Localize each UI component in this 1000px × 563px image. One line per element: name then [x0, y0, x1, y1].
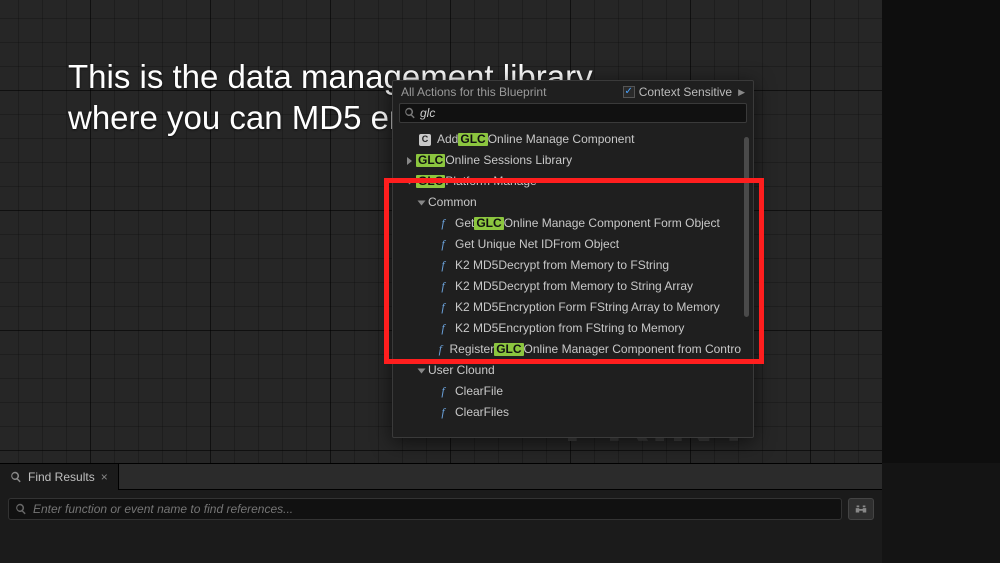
highlight-glc: GLC: [416, 154, 445, 167]
fn-md5-decrypt-to-fstring[interactable]: f K2 MD5Decrypt from Memory to FString: [393, 255, 753, 276]
highlight-glc: GLC: [494, 343, 523, 356]
function-label: K2 MD5Decrypt from Memory to FString: [455, 258, 669, 273]
scrollbar-thumb[interactable]: [744, 137, 749, 317]
bottom-right-panel: [882, 463, 1000, 563]
context-search-field[interactable]: [399, 103, 747, 123]
fn-md5-decrypt-to-string-array[interactable]: f K2 MD5Decrypt from Memory to String Ar…: [393, 276, 753, 297]
find-input[interactable]: [33, 502, 835, 516]
context-sensitive-toggle[interactable]: ✓ Context Sensitive ▶: [623, 85, 745, 99]
highlight-glc: GLC: [458, 133, 487, 146]
highlight-glc: GLC: [474, 217, 503, 230]
context-search-input[interactable]: [420, 106, 742, 120]
label-suffix: Online Manager Component from Contro: [524, 342, 741, 357]
find-results-searchbar: [8, 498, 874, 520]
function-label: ClearFiles: [455, 405, 509, 420]
chevron-right-icon: ▶: [738, 87, 745, 98]
expand-open-icon: [418, 200, 426, 205]
search-icon: [404, 107, 416, 119]
context-menu-body[interactable]: C Add GLCOnline Manage Component GLCOnli…: [393, 127, 753, 437]
subcategory-label: Common: [428, 195, 477, 210]
label-prefix: Get: [455, 216, 474, 231]
action-context-menu[interactable]: All Actions for this Blueprint ✓ Context…: [392, 80, 754, 438]
category-sessions-library[interactable]: GLCOnline Sessions Library: [393, 150, 753, 171]
category-label: Online Sessions Library: [445, 153, 572, 168]
search-icon: [15, 503, 27, 515]
fn-register-glc-online-manager[interactable]: f Register GLCOnline Manager Component f…: [393, 339, 753, 360]
blueprint-graph-canvas[interactable]: PRINT This is the data management librar…: [0, 0, 882, 463]
close-icon[interactable]: ×: [101, 470, 108, 484]
function-icon: f: [437, 405, 449, 420]
tab-label: Find Results: [28, 470, 95, 484]
search-icon: [10, 471, 22, 483]
category-label: Platform Manage: [445, 174, 536, 189]
function-label: ClearFile: [455, 384, 503, 399]
subcategory-label: User Clound: [428, 363, 495, 378]
find-input-wrapper[interactable]: [8, 498, 842, 520]
fn-md5-encrypt-array-to-memory[interactable]: f K2 MD5Encryption Form FString Array to…: [393, 297, 753, 318]
function-label: K2 MD5Decrypt from Memory to String Arra…: [455, 279, 693, 294]
fn-md5-encrypt-fstring-to-memory[interactable]: f K2 MD5Encryption from FString to Memor…: [393, 318, 753, 339]
action-add-glc-component[interactable]: C Add GLCOnline Manage Component: [393, 129, 753, 150]
tab-find-results[interactable]: Find Results ×: [0, 464, 119, 490]
category-platform-manage[interactable]: GLCPlatform Manage: [393, 171, 753, 192]
fn-clearfile[interactable]: f ClearFile: [393, 381, 753, 402]
function-label: K2 MD5Encryption from FString to Memory: [455, 321, 684, 336]
context-menu-title: All Actions for this Blueprint: [401, 85, 546, 99]
label-prefix: Register: [450, 342, 495, 357]
label-suffix: Online Manage Component Form Object: [504, 216, 720, 231]
checkbox-icon: ✓: [623, 86, 635, 98]
highlight-glc: GLC: [416, 175, 445, 188]
label-prefix: Add: [437, 132, 458, 147]
find-in-blueprints-button[interactable]: [848, 498, 874, 520]
expand-open-icon: [418, 368, 426, 373]
fn-get-glc-online-manage-component[interactable]: f Get GLCOnline Manage Component Form Ob…: [393, 213, 753, 234]
fn-clearfiles[interactable]: f ClearFiles: [393, 402, 753, 423]
context-sensitive-label: Context Sensitive: [639, 85, 732, 99]
binoculars-icon: [854, 502, 868, 516]
function-icon: f: [437, 237, 449, 252]
find-results-panel: Find Results ×: [0, 463, 882, 563]
context-menu-header: All Actions for this Blueprint ✓ Context…: [393, 81, 753, 101]
expand-open-icon: [406, 179, 414, 184]
function-icon: f: [437, 258, 449, 273]
function-icon: f: [437, 279, 449, 294]
function-label: Get Unique Net IDFrom Object: [455, 237, 619, 252]
component-icon: C: [419, 134, 431, 146]
bottom-tab-bar: Find Results ×: [0, 464, 882, 490]
fn-get-unique-net-id[interactable]: f Get Unique Net IDFrom Object: [393, 234, 753, 255]
function-icon: f: [437, 216, 449, 231]
expand-collapsed-icon: [407, 157, 412, 165]
subcategory-common[interactable]: Common: [393, 192, 753, 213]
function-icon: f: [437, 321, 449, 336]
right-dark-panel: [882, 0, 1000, 463]
subcategory-user-cloud[interactable]: User Clound: [393, 360, 753, 381]
label-suffix: Online Manage Component: [488, 132, 635, 147]
function-icon: f: [437, 384, 449, 399]
function-icon: f: [437, 342, 444, 357]
function-icon: f: [437, 300, 449, 315]
function-label: K2 MD5Encryption Form FString Array to M…: [455, 300, 720, 315]
